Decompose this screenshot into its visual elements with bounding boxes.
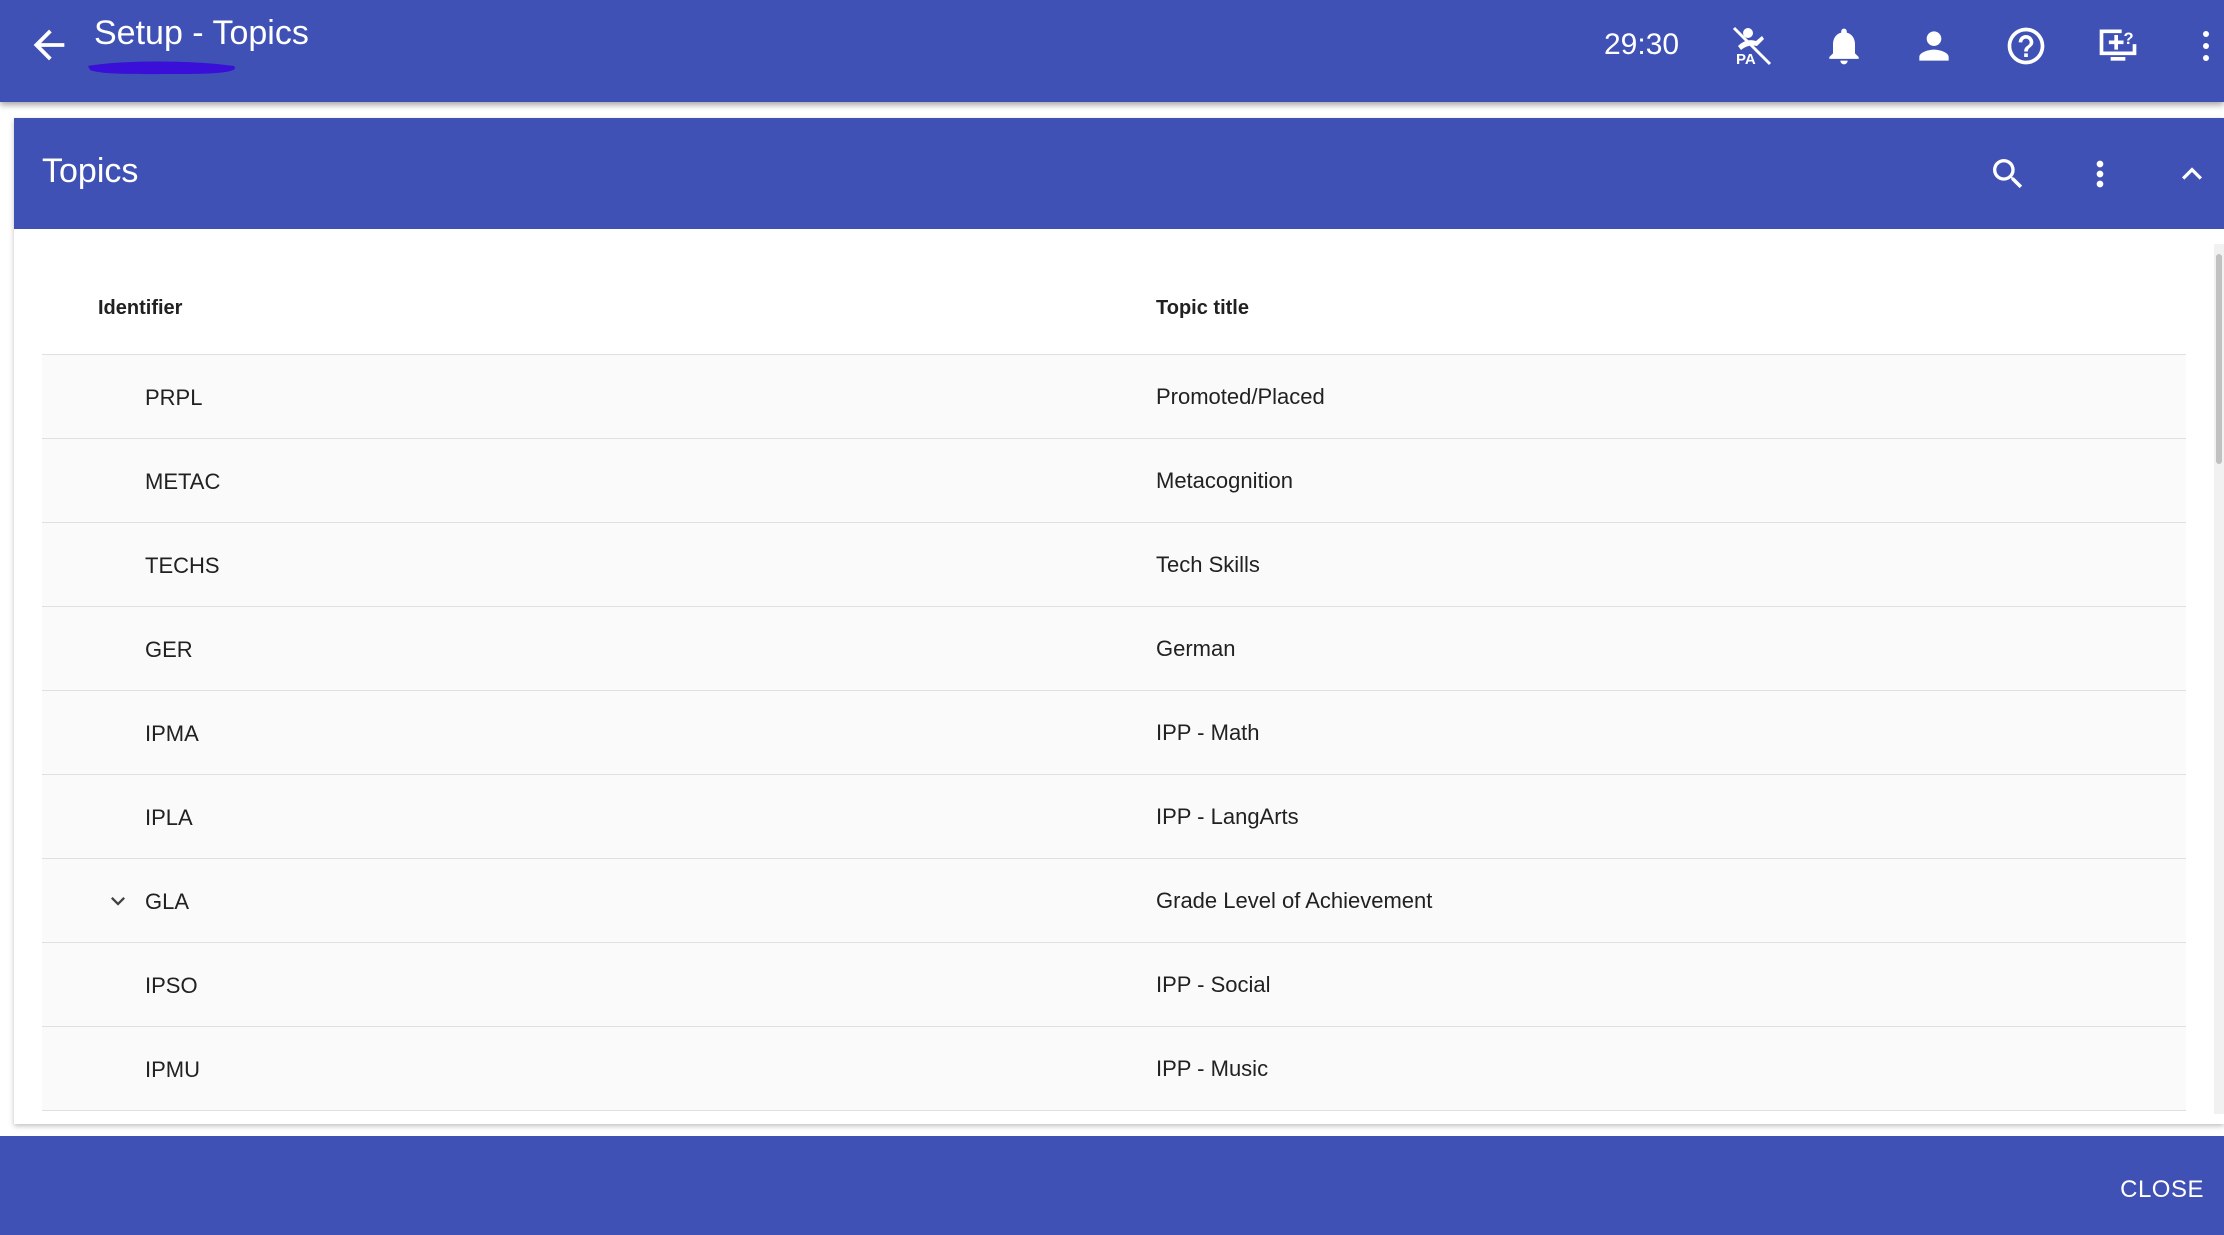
cell-topic-title: IPP - LangArts [1156,804,1299,829]
panel-title: Topics [42,152,139,190]
table-row[interactable]: METAC Metacognition [42,439,2186,523]
help-icon[interactable] [2004,24,2048,68]
table-row[interactable]: PRPL Promoted/Placed [42,355,2186,439]
table-header: Identifier Topic title [42,229,2186,355]
cell-identifier: PRPL [145,385,203,410]
app-bar: Setup - Topics 29:30 PA ? [0,0,2224,102]
chevron-up-icon[interactable] [2172,154,2212,194]
panel-header: Topics [14,118,2224,229]
table-row[interactable]: IPMA IPP - Math [42,691,2186,775]
panel-more-vert-icon[interactable] [2080,154,2120,194]
cell-identifier: IPMU [145,1057,200,1082]
column-header-topic-title[interactable]: Topic title [1156,297,1249,320]
cell-topic-title: IPP - Social [1156,972,1271,997]
table-row[interactable]: IPMU IPP - Music [42,1027,2186,1111]
cell-identifier: GLA [145,889,190,914]
session-timer: 29:30 [1604,28,1680,61]
cell-identifier: METAC [145,469,221,494]
pa-icon[interactable]: PA [1730,24,1774,68]
cell-topic-title: Grade Level of Achievement [1156,888,1433,913]
table-row[interactable]: GLA Grade Level of Achievement [42,859,2186,943]
topics-table: Identifier Topic title PRPL Promoted/Plac… [42,229,2186,1122]
cell-topic-title: Metacognition [1156,468,1293,493]
close-button[interactable]: CLOSE [2120,1176,2204,1204]
cell-identifier: TECHS [145,553,220,578]
table-row[interactable]: GER German [42,607,2186,691]
back-arrow-icon[interactable] [26,22,72,68]
table-row[interactable]: IPLA IPP - LangArts [42,775,2186,859]
title-underline-scribble [88,61,236,75]
cell-identifier: IPLA [145,805,193,830]
person-icon[interactable] [1912,24,1956,68]
more-vert-icon[interactable] [2196,24,2216,68]
scrollbar-thumb[interactable] [2216,254,2222,464]
chevron-down-icon[interactable] [104,887,132,915]
search-icon[interactable] [1988,154,2028,194]
cell-topic-title: German [1156,636,1236,661]
scrollbar[interactable] [2214,244,2224,1114]
table-row[interactable]: TECHS Tech Skills [42,523,2186,607]
cell-topic-title: IPP - Math [1156,720,1260,745]
cell-identifier: IPMA [145,721,199,746]
cell-identifier: GER [145,637,193,662]
cell-topic-title: IPP - Music [1156,1056,1269,1081]
svg-text:PA: PA [1736,51,1756,68]
column-header-identifier[interactable]: Identifier [98,297,182,320]
cell-topic-title: Tech Skills [1156,552,1260,577]
cell-topic-title: Promoted/Placed [1156,384,1325,409]
dialog-footer: CLOSE [0,1136,2224,1235]
cell-identifier: IPSO [145,973,198,998]
page-title: Setup - Topics [94,14,309,52]
table-body: PRPL Promoted/Placed METAC Metacognition TEC… [42,355,2186,1111]
bell-icon[interactable] [1822,24,1866,68]
table-row[interactable]: IPSO IPP - Social [42,943,2186,1027]
screen-help-icon[interactable]: ? [2096,24,2140,68]
svg-text:?: ? [2124,30,2134,48]
topics-panel: Topics Identifier Topic title PRPL Promot… [14,118,2224,1124]
